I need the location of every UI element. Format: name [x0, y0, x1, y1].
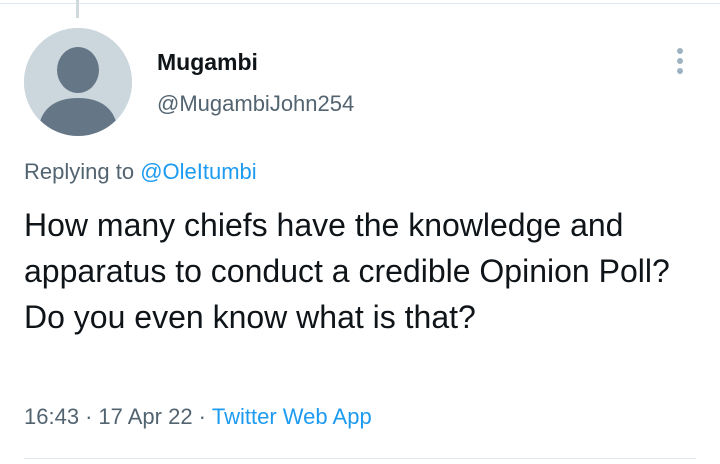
more-dot: [677, 68, 683, 74]
meta-separator: ·: [85, 404, 93, 429]
tweet-time-link[interactable]: 16:43: [24, 404, 79, 429]
bottom-divider: [24, 458, 696, 459]
thread-connector-line: [76, 0, 79, 18]
tweet-detail: Mugambi @MugambiJohn254 Replying to @Ole…: [0, 0, 720, 464]
top-divider: [0, 3, 720, 4]
tweet-source-link[interactable]: Twitter Web App: [212, 404, 372, 429]
meta-separator: ·: [198, 404, 206, 429]
more-dot: [677, 48, 683, 54]
replying-to-line: Replying to @OleItumbi: [24, 157, 257, 187]
author-handle[interactable]: @MugambiJohn254: [157, 90, 354, 118]
replying-to-label: Replying to: [24, 159, 135, 184]
tweet-text: How many chiefs have the knowledge and a…: [24, 207, 670, 335]
default-profile-icon: [24, 28, 132, 136]
author-display-name[interactable]: Mugambi: [157, 48, 258, 76]
more-options-icon[interactable]: [668, 44, 692, 78]
more-dot: [677, 58, 683, 64]
avatar[interactable]: [24, 28, 132, 136]
tweet-metadata: 16:43 · 17 Apr 22 · Twitter Web App: [24, 402, 372, 432]
tweet-date-link[interactable]: 17 Apr 22: [98, 404, 192, 429]
replying-to-mention-link[interactable]: @OleItumbi: [140, 159, 256, 184]
